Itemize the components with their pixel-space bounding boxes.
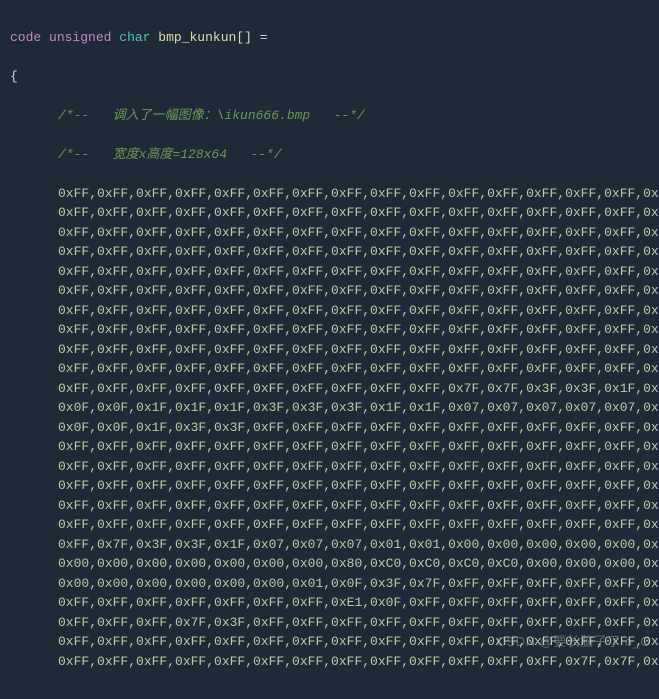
hex-line: 0x00,0x00,0x00,0x00,0x00,0x00,0x01,0x0F,… [10, 574, 649, 594]
assign: = [252, 30, 268, 45]
declaration-line: code unsigned char bmp_kunkun[] = [10, 28, 649, 48]
hex-line: 0xFF,0xFF,0xFF,0xFF,0xFF,0xFF,0xFF,0xFF,… [10, 632, 649, 652]
brackets: [] [236, 30, 252, 45]
hex-line: 0xFF,0x7F,0x3F,0x3F,0x1F,0x07,0x07,0x07,… [10, 535, 649, 555]
brace-open: { [10, 67, 649, 87]
hex-line: 0xFF,0xFF,0xFF,0xFF,0xFF,0xFF,0xFF,0xFF,… [10, 340, 649, 360]
hex-line: 0xFF,0xFF,0xFF,0xFF,0xFF,0xFF,0xFF,0xFF,… [10, 457, 649, 477]
hex-line: 0xFF,0xFF,0xFF,0xFF,0xFF,0xFF,0xFF,0xFF,… [10, 242, 649, 262]
identifier: bmp_kunkun [158, 30, 236, 45]
hex-line: 0x0F,0x0F,0x1F,0x1F,0x1F,0x3F,0x3F,0x3F,… [10, 398, 649, 418]
comment-image: /*-- 调入了一幅图像：\ikun666.bmp --*/ [10, 106, 649, 126]
hex-line: 0xFF,0xFF,0xFF,0xFF,0xFF,0xFF,0xFF,0xE1,… [10, 593, 649, 613]
hex-line: 0xFF,0xFF,0xFF,0xFF,0xFF,0xFF,0xFF,0xFF,… [10, 281, 649, 301]
comment-dimensions: /*-- 宽度x高度=128x64 --*/ [10, 145, 649, 165]
hex-line: 0xFF,0xFF,0xFF,0xFF,0xFF,0xFF,0xFF,0xFF,… [10, 496, 649, 516]
keyword-unsigned: unsigned [49, 30, 111, 45]
hex-line: 0xFF,0xFF,0xFF,0xFF,0xFF,0xFF,0xFF,0xFF,… [10, 223, 649, 243]
hex-line: 0xFF,0xFF,0xFF,0x7F,0x3F,0xFF,0xFF,0xFF,… [10, 613, 649, 633]
hex-line: 0xFF,0xFF,0xFF,0xFF,0xFF,0xFF,0xFF,0xFF,… [10, 515, 649, 535]
hex-line: 0xFF,0xFF,0xFF,0xFF,0xFF,0xFF,0xFF,0xFF,… [10, 203, 649, 223]
hex-line: 0xFF,0xFF,0xFF,0xFF,0xFF,0xFF,0xFF,0xFF,… [10, 359, 649, 379]
hex-line: 0xFF,0xFF,0xFF,0xFF,0xFF,0xFF,0xFF,0xFF,… [10, 301, 649, 321]
hex-line: 0xFF,0xFF,0xFF,0xFF,0xFF,0xFF,0xFF,0xFF,… [10, 476, 649, 496]
type-char: char [119, 30, 150, 45]
hex-line: 0x00,0x00,0x00,0x00,0x00,0x00,0x00,0x80,… [10, 554, 649, 574]
hex-line: 0xFF,0xFF,0xFF,0xFF,0xFF,0xFF,0xFF,0xFF,… [10, 437, 649, 457]
hex-line: 0xFF,0xFF,0xFF,0xFF,0xFF,0xFF,0xFF,0xFF,… [10, 262, 649, 282]
hex-line: 0x0F,0x0F,0x1F,0x3F,0x3F,0xFF,0xFF,0xFF,… [10, 418, 649, 438]
hex-line: 0xFF,0xFF,0xFF,0xFF,0xFF,0xFF,0xFF,0xFF,… [10, 652, 649, 672]
hex-line: 0xFF,0xFF,0xFF,0xFF,0xFF,0xFF,0xFF,0xFF,… [10, 184, 649, 204]
hex-line: 0xFF,0xFF,0xFF,0xFF,0xFF,0xFF,0xFF,0xFF,… [10, 320, 649, 340]
hex-data-block: 0xFF,0xFF,0xFF,0xFF,0xFF,0xFF,0xFF,0xFF,… [10, 184, 649, 672]
hex-line: 0xFF,0xFF,0xFF,0xFF,0xFF,0xFF,0xFF,0xFF,… [10, 379, 649, 399]
keyword-code: code [10, 30, 41, 45]
code-block: code unsigned char bmp_kunkun[] = { /*--… [0, 0, 659, 699]
